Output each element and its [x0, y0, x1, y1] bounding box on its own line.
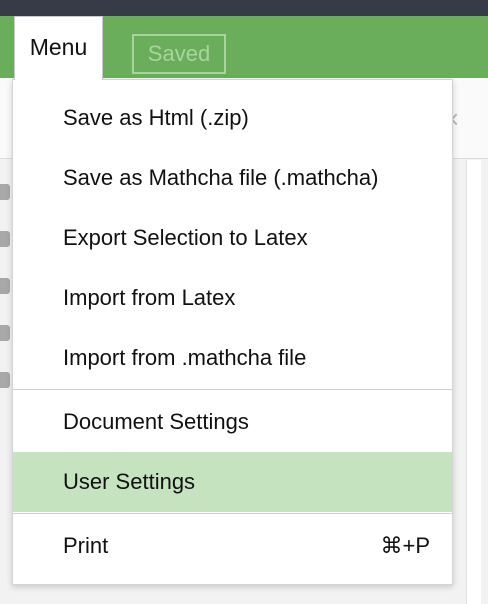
menu-item-label: Print: [63, 533, 109, 558]
gutter-marker: [0, 184, 10, 200]
menu-item-import-latex[interactable]: Import from Latex: [13, 268, 452, 328]
menu-item-label: User Settings: [63, 469, 196, 494]
gutter-marker: [0, 231, 10, 247]
menu-item-export-latex[interactable]: Export Selection to Latex: [13, 208, 452, 268]
gutter-marker: [0, 372, 10, 388]
menu-divider: [13, 389, 452, 390]
menu-item-document-settings[interactable]: Document Settings: [13, 392, 452, 452]
menu-item-user-settings[interactable]: User Settings: [13, 452, 452, 512]
menu-item-label: Save as Html (.zip): [63, 105, 249, 130]
keyboard-shortcut: ⌘+P: [380, 533, 430, 558]
menu-button[interactable]: Menu: [14, 16, 103, 80]
saved-status-badge: Saved: [132, 34, 226, 74]
menu-item-label: Document Settings: [63, 409, 249, 434]
gutter-marker: [0, 278, 10, 294]
menu-item-save-html[interactable]: Save as Html (.zip): [13, 88, 452, 148]
menu-item-import-mathcha[interactable]: Import from .mathcha file: [13, 328, 452, 388]
menu-divider: [13, 513, 452, 514]
menu-item-label: Import from Latex: [63, 285, 236, 310]
menu-item-save-mathcha[interactable]: Save as Mathcha file (.mathcha): [13, 148, 452, 208]
document-scrollbar[interactable]: [466, 160, 481, 604]
menu-item-label: Save as Mathcha file (.mathcha): [63, 165, 379, 190]
window-top-strip: [0, 0, 488, 16]
menu-item-print[interactable]: Print ⌘+P: [13, 516, 452, 576]
gutter-marker: [0, 325, 10, 341]
menu-item-label: Import from .mathcha file: [63, 345, 307, 370]
menu-item-label: Export Selection to Latex: [63, 225, 308, 250]
menu-dropdown: Save as Html (.zip) Save as Mathcha file…: [12, 79, 453, 585]
